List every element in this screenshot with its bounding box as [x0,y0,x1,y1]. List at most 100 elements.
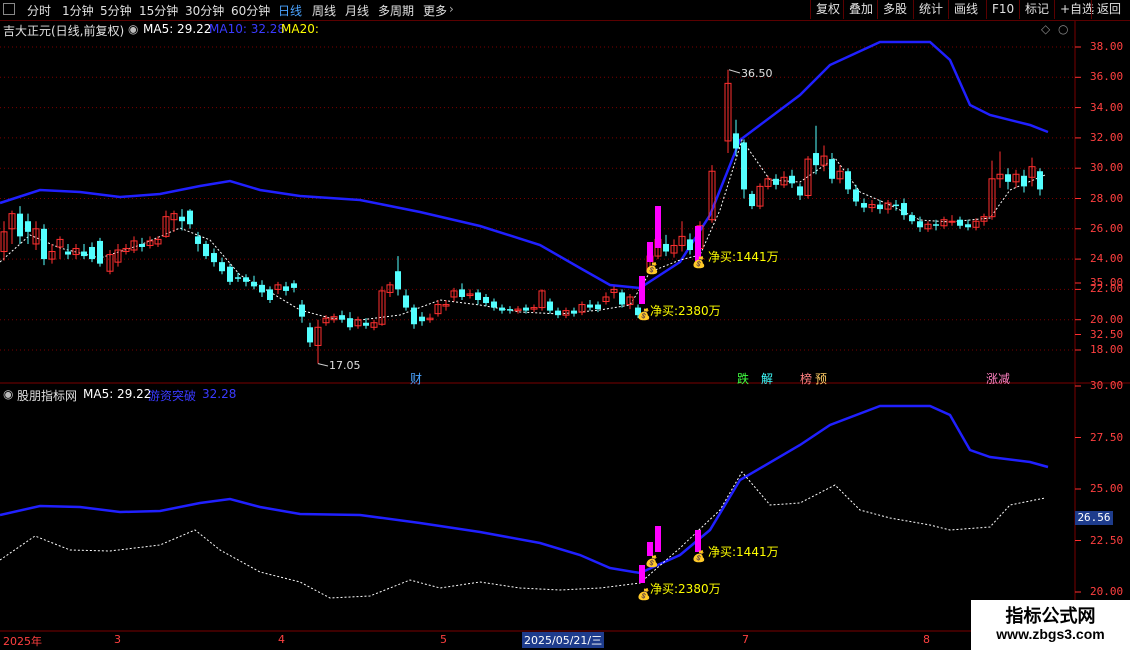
price-tick-label: 30.00 [1090,161,1124,175]
candle-body-up [72,247,80,256]
candle-body-down [307,327,313,343]
candle-body-down [861,203,867,208]
candle-body-down [773,178,779,185]
candle-body-down [235,277,241,279]
candle-body-down [291,283,297,288]
circle-icon[interactable]: ○ [1058,22,1068,36]
value-tick-label: 25.00 [1090,482,1124,495]
candle-body-up [426,317,434,321]
period-tab-60min[interactable]: 60分钟 [231,2,270,19]
candle-body-down [25,221,31,232]
watermark-url: www.zbgs3.com [996,626,1105,642]
candle-body-down [933,224,939,226]
ma5-path [0,138,1046,321]
price-tick-label: 36.00 [1090,70,1124,84]
candle-body-down [227,266,233,282]
event-marker-finance[interactable]: 财 [410,370,422,387]
indicator-settings-icon[interactable]: ◉ [128,22,138,36]
period-tab-daily[interactable]: 日线 [278,2,302,19]
ma20-label: MA20: [281,22,319,36]
candle-body-up [154,238,162,245]
event-marker-drop[interactable]: 跌 [737,370,749,387]
candle-body-down [65,251,71,255]
button-multistock[interactable]: 多股 [877,0,912,19]
lower-ma10-name: 游资突破 [148,389,197,403]
candle-body-down [219,262,225,272]
event-marker-unlock[interactable]: 解 [761,370,773,387]
candle-body-up [162,216,170,237]
money-bag-icon[interactable]: 💰 [637,308,651,321]
period-tab-more[interactable]: 更多 [423,2,447,19]
event-marker-forecast[interactable]: 预 [815,370,827,387]
ma5-line-upper [0,138,1046,321]
menu-square-icon[interactable] [3,3,15,15]
candle-body-up [804,158,812,196]
high-price-label: 36.50 [741,67,773,80]
button-mark[interactable]: 标记 [1019,0,1054,19]
money-bag-icon[interactable]: 💰 [645,555,659,568]
candle-body-down [283,286,289,291]
candle-body-down [339,315,345,320]
money-bag-icon[interactable]: 💰 [645,262,659,275]
value-tick-label: 35.00 [1090,276,1124,289]
lower-ma5-label: MA5: 29.22 [83,387,152,401]
lower-net-buy-label-1: 净买:2380万 [650,582,721,596]
money-bag-icon[interactable]: 💰 [692,256,706,269]
button-overlay[interactable]: 叠加 [843,0,878,19]
button-stats[interactable]: 统计 [913,0,948,19]
period-tab-5min[interactable]: 5分钟 [100,2,132,19]
candle-body-down [909,215,915,222]
period-tab-weekly[interactable]: 周线 [312,2,336,19]
event-marker-list[interactable]: 榜 [800,370,812,387]
button-fuquan[interactable]: 复权 [810,0,845,19]
candle-body-down [499,307,505,311]
site-watermark: 指标公式网 www.zbgs3.com [971,600,1130,650]
candle-body-up [170,213,178,221]
event-marker-reduce[interactable]: 涨减 [986,370,1010,387]
candle-body-down [17,213,23,237]
candle-body-up [708,170,716,221]
candle-body-down [1037,171,1043,190]
period-tab-multi[interactable]: 多周期 [378,2,414,19]
candle-body-up [538,290,546,309]
button-back[interactable]: 返回 [1091,0,1126,19]
signal-bar [647,242,653,262]
candle-body-down [733,133,739,149]
current-value-tag: 26.56 [1075,511,1113,525]
price-tick-label: 24.00 [1090,252,1124,266]
indicator-settings-icon-lower[interactable]: ◉ [3,387,13,401]
candle-body-up [466,293,474,296]
chevron-right-icon[interactable]: › [449,2,454,16]
period-tab-1min[interactable]: 1分钟 [62,2,94,19]
period-tab-15min[interactable]: 15分钟 [139,2,178,19]
candle-body-down [687,239,693,251]
candle-body-down [195,236,201,244]
period-tab-monthly[interactable]: 月线 [345,2,369,19]
money-bag-icon[interactable]: 💰 [692,550,706,563]
candle-body-up [314,326,322,346]
candle-body-up [1012,173,1020,183]
candle-body-up [578,304,586,313]
button-f10[interactable]: F10 [986,0,1019,19]
watermark-name: 指标公式网 [1005,606,1096,627]
money-bag-icon[interactable]: 💰 [637,588,651,601]
kline-chart[interactable] [0,0,1130,650]
period-tab-30min[interactable]: 30分钟 [185,2,224,19]
candle-body-up [868,204,876,209]
candle-body-up [836,170,844,180]
value-tick-label: 30.00 [1090,379,1124,392]
candle-body-up [32,228,40,245]
period-tab-fenshi[interactable]: 分时 [27,2,51,19]
candle-body-down [813,153,819,166]
candle-body-down [893,204,899,207]
candle-body-down [187,210,193,225]
price-tick-label: 34.00 [1090,100,1124,114]
candle-body-down [459,289,465,297]
diamond-icon[interactable]: ◇ [1041,22,1050,36]
candle-body-down [555,310,561,316]
candle-body-up [274,284,282,290]
candle-body-up [780,176,788,186]
candle-body-up [8,213,16,230]
button-draw[interactable]: 画线 [948,0,983,19]
candle-body-down [571,310,577,314]
